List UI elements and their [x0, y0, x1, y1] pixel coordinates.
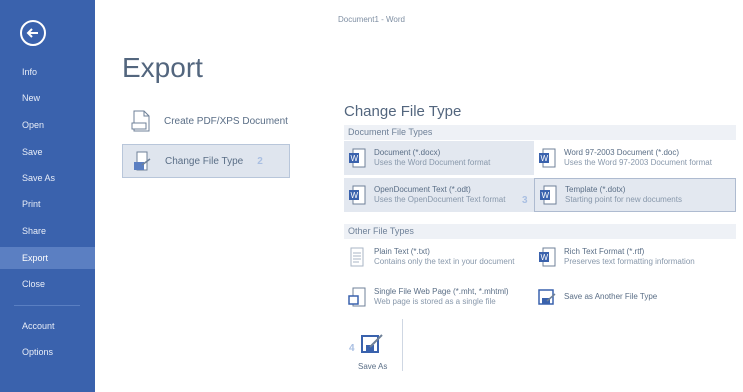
create-pdf-xps-label: Create PDF/XPS Document	[164, 115, 288, 127]
change-file-type-heading: Change File Type	[344, 103, 462, 120]
word-template-icon: W	[540, 185, 557, 205]
opendocument-icon: W	[349, 185, 366, 205]
create-pdf-xps-option[interactable]: Create PDF/XPS Document	[122, 104, 290, 138]
option-odt-desc: Uses the OpenDocument Text format	[374, 195, 506, 204]
nav-new[interactable]: New	[0, 87, 95, 109]
option-rtf-name: Rich Text Format (*.rtf)	[564, 247, 645, 256]
document-file-types-header: Document File Types	[344, 125, 736, 140]
nav-close[interactable]: Close	[0, 273, 95, 295]
option-another-type[interactable]: Save as Another File Type	[534, 280, 736, 314]
change-file-type-option[interactable]: Change File Type 2	[122, 144, 290, 178]
option-docx-desc: Uses the Word Document format	[374, 158, 491, 167]
step-3-marker: 3	[522, 195, 528, 206]
pdf-document-icon	[131, 110, 150, 132]
nav-print[interactable]: Print	[0, 193, 95, 215]
nav-divider	[14, 305, 80, 306]
svg-text:W: W	[351, 191, 359, 200]
option-mht-name: Single File Web Page (*.mht, *.mhtml)	[374, 287, 509, 296]
option-txt-desc: Contains only the text in your document	[374, 257, 515, 266]
save-another-type-icon	[538, 289, 556, 305]
nav-save-as[interactable]: Save As	[0, 167, 95, 189]
option-another-type-name: Save as Another File Type	[564, 292, 658, 301]
window-title: Document1 - Word	[338, 15, 405, 24]
option-odt[interactable]: W OpenDocument Text (*.odt) Uses the Ope…	[344, 178, 534, 212]
option-mht[interactable]: Single File Web Page (*.mht, *.mhtml) We…	[344, 280, 534, 314]
rich-text-icon: W	[539, 247, 556, 267]
svg-text:W: W	[541, 154, 549, 163]
option-docx[interactable]: W Document (*.docx) Uses the Word Docume…	[344, 141, 534, 175]
option-txt-name: Plain Text (*.txt)	[374, 247, 430, 256]
save-as-label: Save As	[358, 362, 388, 371]
word-97-2003-icon: W	[539, 148, 556, 168]
save-as-icon	[361, 334, 383, 353]
nav-account[interactable]: Account	[0, 315, 95, 337]
option-rtf[interactable]: W Rich Text Format (*.rtf) Preserves tex…	[534, 240, 736, 274]
option-dotx[interactable]: W Template (*.dotx) Starting point for n…	[534, 178, 736, 212]
option-odt-name: OpenDocument Text (*.odt)	[374, 185, 471, 194]
backstage-sidebar: Info New Open Save Save As Print Share E…	[0, 0, 95, 392]
nav-share[interactable]: Share	[0, 220, 95, 242]
option-doc-name: Word 97-2003 Document (*.doc)	[564, 148, 680, 157]
nav-open[interactable]: Open	[0, 114, 95, 136]
back-arrow-icon	[26, 28, 38, 38]
other-file-types-header: Other File Types	[344, 224, 736, 239]
nav-info[interactable]: Info	[0, 61, 95, 83]
word-document-icon: W	[349, 148, 366, 168]
option-txt[interactable]: Plain Text (*.txt) Contains only the tex…	[344, 240, 534, 274]
change-file-type-icon	[134, 151, 151, 171]
option-dotx-desc: Starting point for new documents	[565, 195, 682, 204]
option-doc-desc: Uses the Word 97-2003 Document format	[564, 158, 712, 167]
svg-text:W: W	[351, 154, 359, 163]
option-rtf-desc: Preserves text formatting information	[564, 257, 695, 266]
change-file-type-label: Change File Type	[165, 155, 244, 167]
option-docx-name: Document (*.docx)	[374, 148, 441, 157]
plain-text-icon	[350, 247, 364, 267]
step-2-marker: 2	[257, 155, 263, 167]
nav-save[interactable]: Save	[0, 141, 95, 163]
option-doc[interactable]: W Word 97-2003 Document (*.doc) Uses the…	[534, 141, 736, 175]
option-dotx-name: Template (*.dotx)	[565, 185, 626, 194]
page-title: Export	[122, 52, 203, 83]
option-mht-desc: Web page is stored as a single file	[374, 297, 496, 306]
web-page-icon	[348, 287, 366, 307]
nav-options[interactable]: Options	[0, 341, 95, 363]
nav-export[interactable]: Export	[0, 247, 95, 269]
save-as-button[interactable]: Save As	[344, 319, 403, 371]
svg-text:W: W	[542, 191, 550, 200]
svg-text:W: W	[541, 253, 549, 262]
